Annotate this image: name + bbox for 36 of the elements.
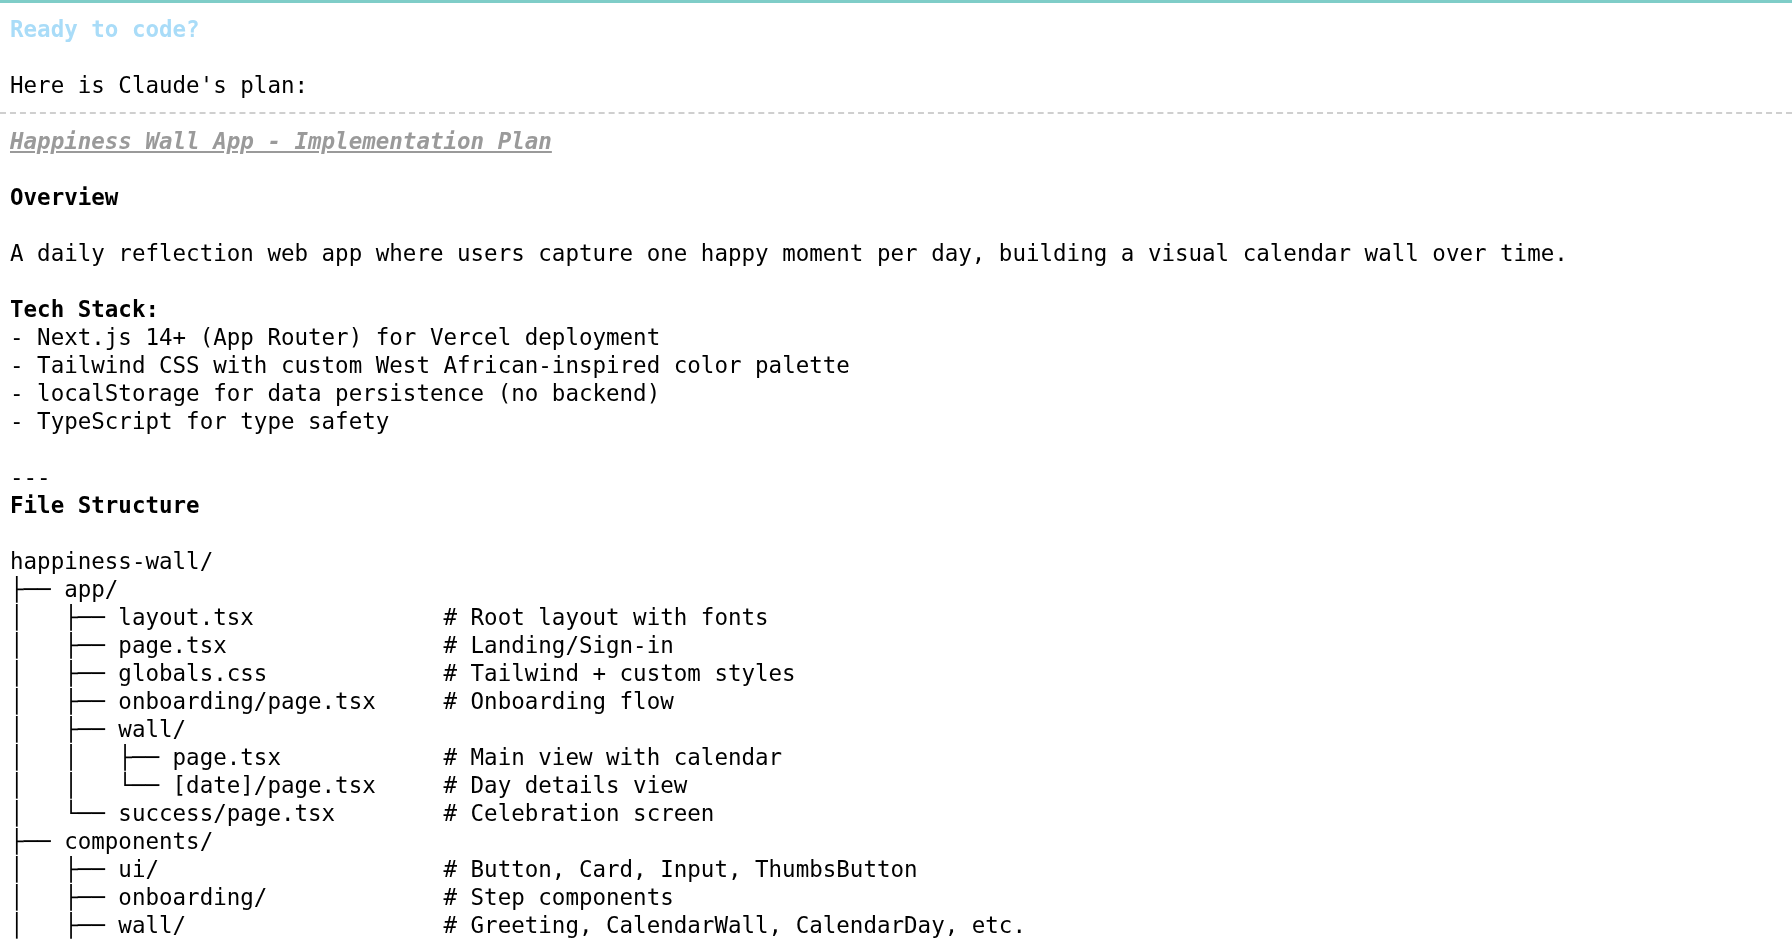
tree-path: │ ├── wall/ bbox=[10, 911, 188, 939]
tree-comment: # Greeting, CalendarWall, CalendarDay, etc. bbox=[443, 912, 1026, 938]
tree-path: │ │ └── [date]/page.tsx bbox=[10, 771, 377, 799]
section-heading: Tech Stack: bbox=[10, 296, 159, 322]
section-heading: Overview bbox=[10, 184, 119, 210]
tree-path: │ ├── page.tsx bbox=[10, 631, 228, 659]
tree-comment: # Tailwind + custom styles bbox=[443, 660, 796, 686]
body-text: - Tailwind CSS with custom West African-inspired color palette bbox=[10, 352, 850, 378]
tree-comment: # Button, Card, Input, ThumbsButton bbox=[443, 856, 918, 882]
tree-path: │ │ ├── page.tsx bbox=[10, 743, 282, 771]
tree-path: │ ├── onboarding/page.tsx bbox=[10, 687, 377, 715]
body-text: A daily reflection web app where users capture one happy moment per day, building a visual calendar wall over time. bbox=[10, 240, 1568, 266]
section-heading: File Structure bbox=[10, 492, 200, 518]
tree-path: │ ├── ui/ bbox=[10, 855, 160, 883]
tree-path: │ └── success/page.tsx bbox=[10, 799, 337, 827]
body-text: - localStorage for data persistence (no backend) bbox=[10, 380, 661, 406]
tree-comment: # Root layout with fonts bbox=[443, 604, 769, 630]
body-text: happiness-wall/ bbox=[10, 548, 214, 574]
tree-comment: # Onboarding flow bbox=[443, 688, 674, 714]
tree-path: │ ├── layout.tsx bbox=[10, 603, 255, 631]
tree-path: ├── components/ bbox=[10, 827, 215, 855]
tree-path: ├── app/ bbox=[10, 575, 120, 603]
body-text: - TypeScript for type safety bbox=[10, 408, 390, 434]
prompt-title: Ready to code? bbox=[10, 16, 200, 42]
tree-comment: # Celebration screen bbox=[443, 800, 715, 826]
tree-comment: # Step components bbox=[443, 884, 674, 910]
body-text: --- bbox=[10, 464, 51, 490]
plan-title: Happiness Wall App - Implementation Plan bbox=[10, 128, 552, 154]
tree-comment: # Landing/Sign-in bbox=[443, 632, 674, 658]
tree-comment: # Main view with calendar bbox=[443, 744, 783, 770]
tree-comment: # Day details view bbox=[443, 772, 688, 798]
tree-path: │ ├── wall/ bbox=[10, 715, 188, 743]
tree-path: │ ├── globals.css bbox=[10, 659, 269, 687]
intro-text: Here is Claude's plan: bbox=[10, 72, 308, 98]
tree-path: │ ├── onboarding/ bbox=[10, 883, 269, 911]
body-text: - Next.js 14+ (App Router) for Vercel deployment bbox=[10, 324, 661, 350]
